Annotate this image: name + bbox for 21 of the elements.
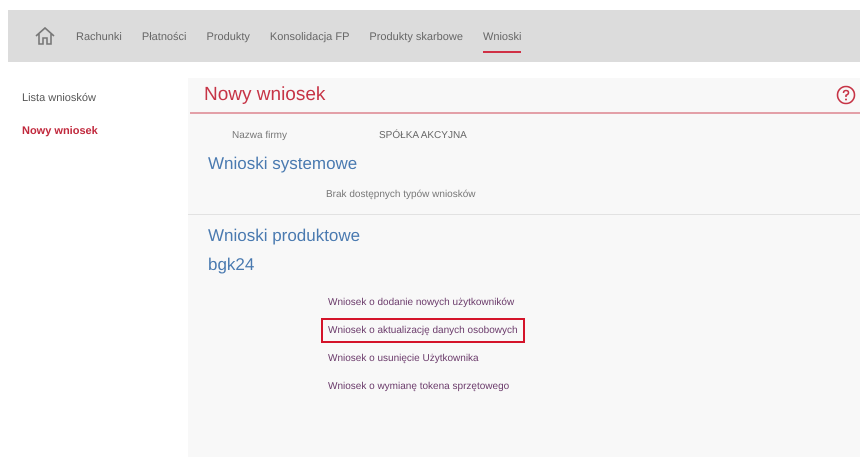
company-label: Nazwa firmy: [232, 129, 288, 143]
help-icon[interactable]: [836, 85, 856, 105]
nav-tab[interactable]: Płatności: [142, 22, 186, 54]
nav-tab[interactable]: Rachunki: [76, 22, 122, 54]
section-heading: Wnioski produktowe: [207, 224, 362, 246]
company-value: SPÓŁKA AKCYJNA: [378, 128, 467, 143]
nav-tab[interactable]: Wnioski: [482, 22, 522, 54]
nav-tab[interactable]: Produkty: [206, 22, 250, 54]
request-link[interactable]: Wniosek o aktualizację danych osobowych: [321, 318, 525, 342]
nav-tab[interactable]: Konsolidacja FP: [270, 22, 350, 54]
empty-message: Brak dostępnych typów wniosków: [325, 188, 477, 202]
request-link[interactable]: Wniosek o wymianę tokena sprzętowego: [321, 374, 516, 398]
nav-tab[interactable]: Produkty skarbowe: [369, 22, 463, 54]
sidebar-link[interactable]: Nowy wniosek: [22, 122, 188, 139]
sidebar-link[interactable]: Lista wniosków: [22, 90, 188, 106]
home-icon[interactable]: [34, 26, 56, 46]
page-title: Nowy wniosek: [204, 82, 326, 107]
request-link[interactable]: Wniosek o usunięcie Użytkownika: [321, 346, 486, 370]
request-link[interactable]: Wniosek o dodanie nowych użytkowników: [321, 290, 522, 314]
section-heading: Wnioski systemowe: [207, 153, 358, 175]
group-heading: bgk24: [207, 254, 256, 276]
